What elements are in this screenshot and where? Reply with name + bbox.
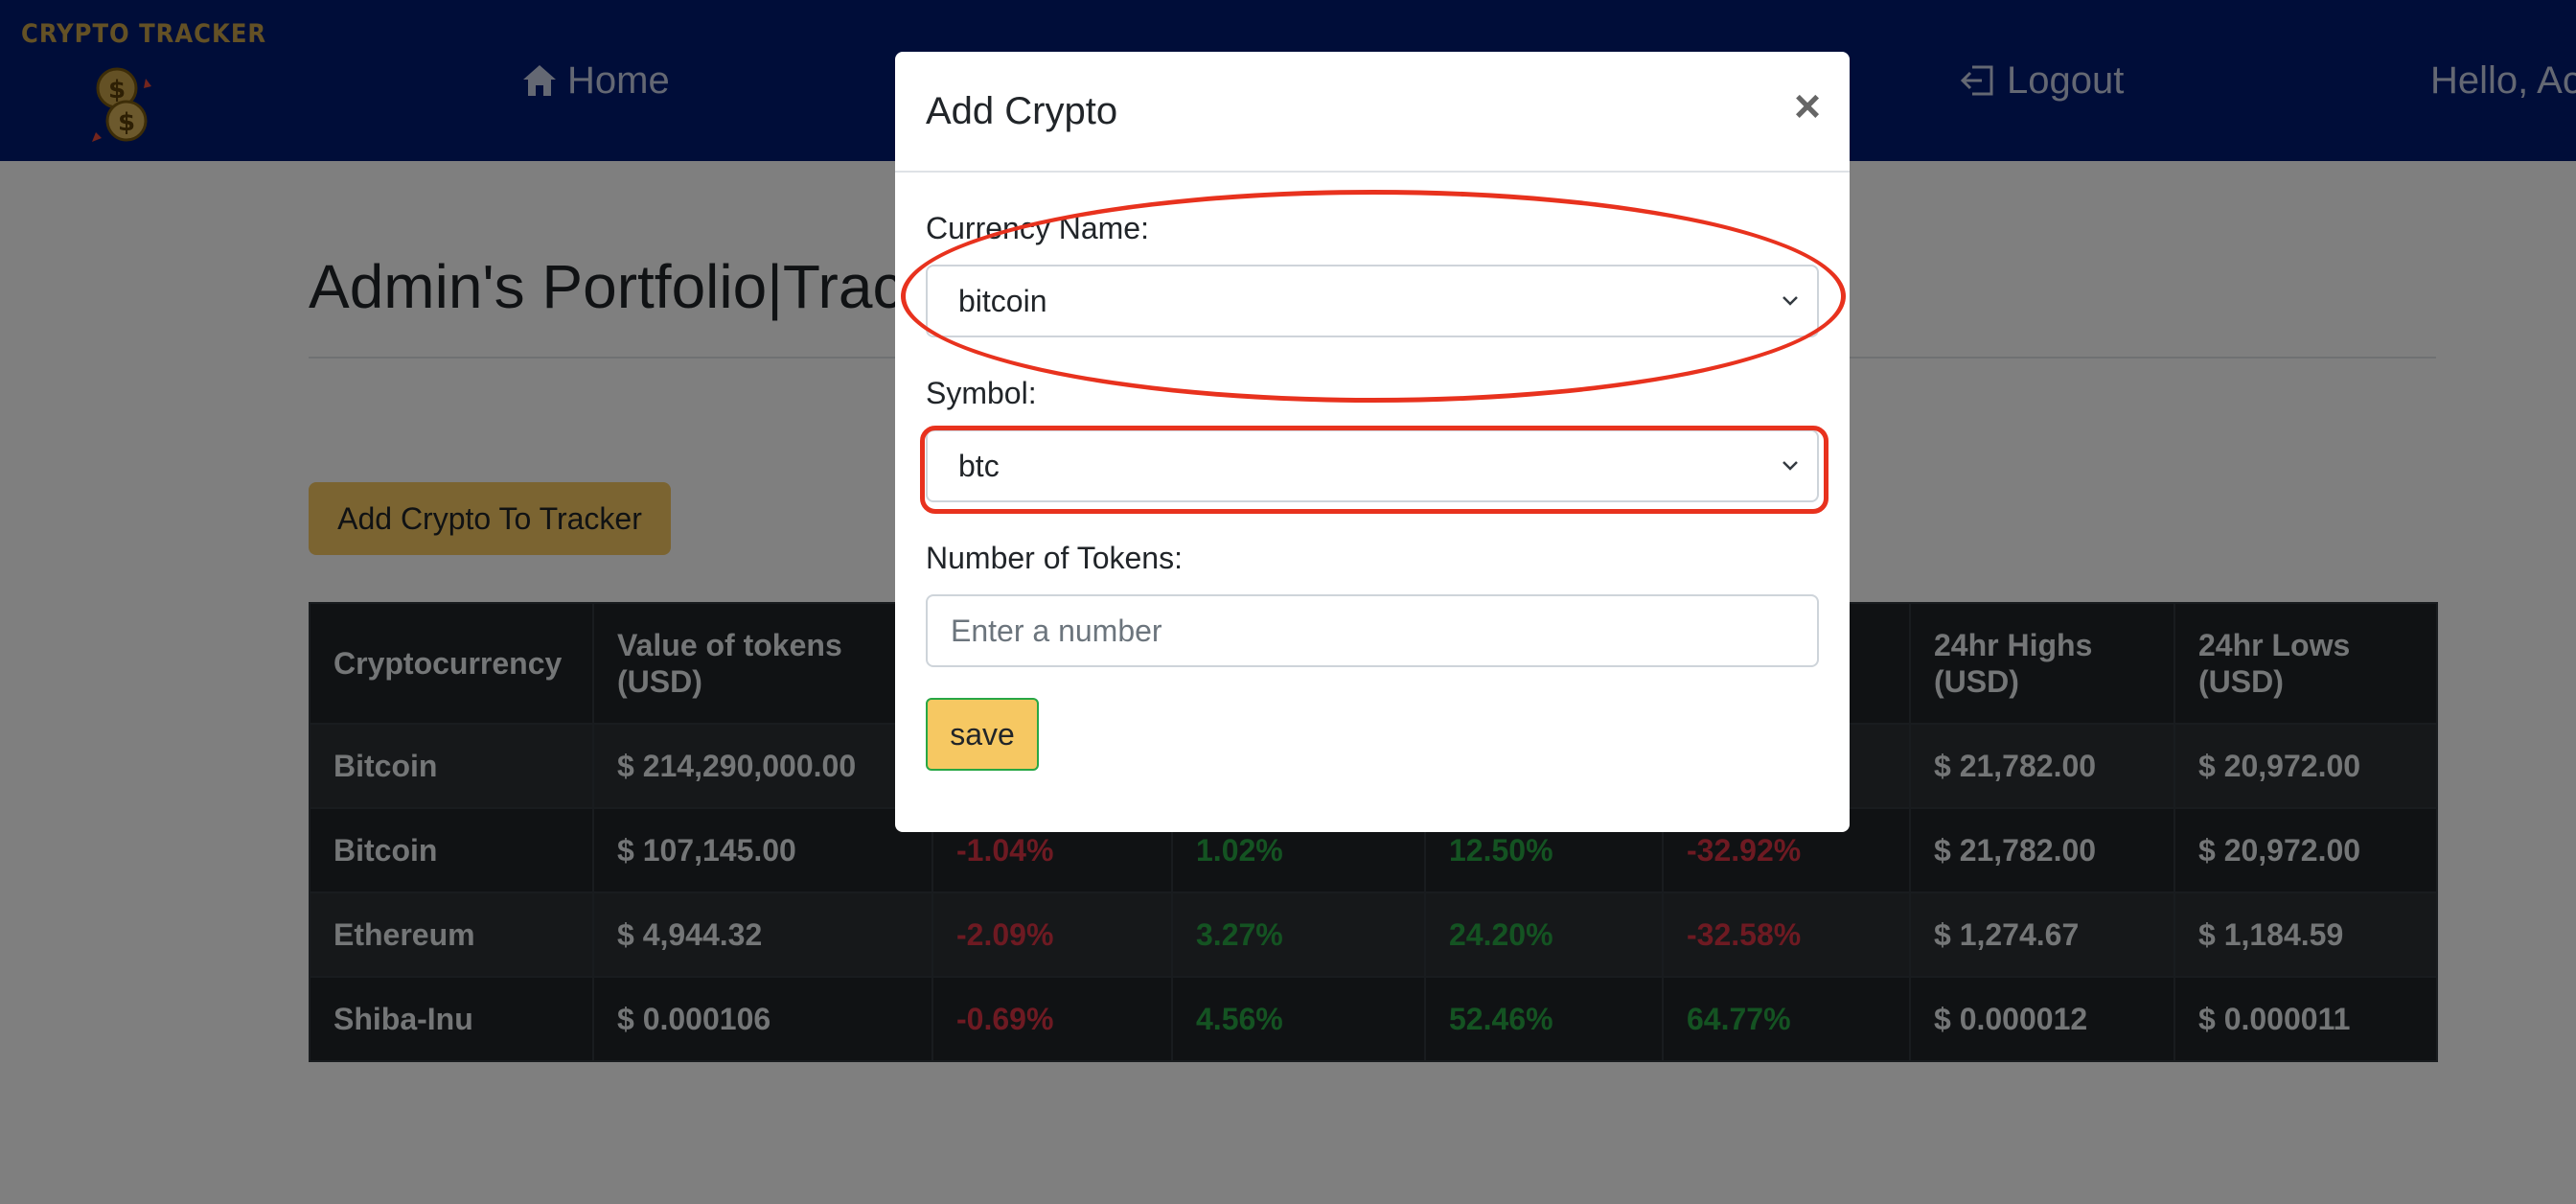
annotation-ellipse <box>901 190 1846 403</box>
modal-header: Add Crypto × <box>895 52 1850 173</box>
tokens-label: Number of Tokens: <box>926 541 1183 575</box>
symbol-label: Symbol: <box>926 376 1037 410</box>
close-icon[interactable]: × <box>1784 81 1830 134</box>
modal-title: Add Crypto <box>926 90 1118 132</box>
annotation-rectangle <box>920 426 1828 514</box>
save-button[interactable]: save <box>926 698 1039 771</box>
tokens-input[interactable]: Enter a number <box>926 594 1819 667</box>
tokens-placeholder: Enter a number <box>951 613 1162 648</box>
